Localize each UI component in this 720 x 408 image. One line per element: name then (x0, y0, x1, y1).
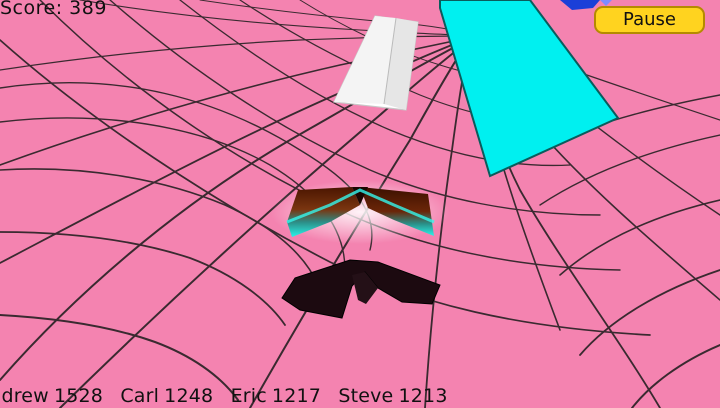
game-viewport[interactable]: Score: 389 Pause Andrew1528 Carl1248 Eri… (0, 0, 720, 408)
leaderboard-entry: Andrew1528 (0, 385, 114, 407)
leaderboard-name: Andrew (0, 385, 49, 407)
leaderboard-entry: Carl 1248 (120, 385, 224, 407)
leaderboard-entry: Steve 1213 (338, 385, 452, 407)
leaderboard-name: Eric (230, 385, 267, 407)
leaderboard-score: 1528 (53, 385, 104, 407)
leaderboard-score: 1213 (398, 385, 448, 407)
score-value: 389 (69, 0, 107, 19)
leaderboard-ticker: Andrew1528 Carl1248 Eric1217 Steve1213 (0, 385, 459, 407)
tunnel-scene (0, 0, 720, 408)
leaderboard-score: 1217 (271, 385, 322, 407)
leaderboard-entry: Eric 1217 (231, 385, 333, 407)
leaderboard-name: Steve (338, 385, 394, 407)
pause-button[interactable]: Pause (594, 6, 705, 34)
score-label: Score: (0, 0, 63, 19)
score-display: Score: 389 (0, 0, 107, 19)
leaderboard-score: 1248 (164, 385, 214, 407)
leaderboard-name: Carl (120, 385, 160, 407)
